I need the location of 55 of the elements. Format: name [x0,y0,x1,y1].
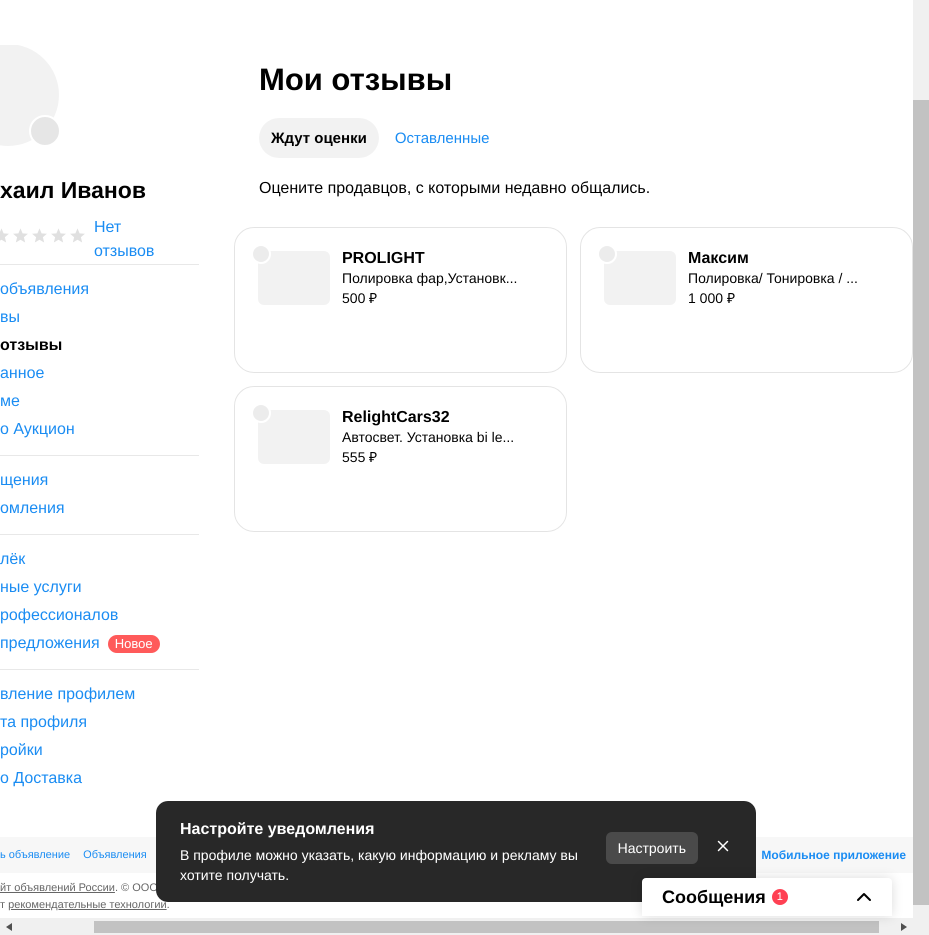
page-title: Мои отзывы [259,62,454,98]
sidebar-item[interactable]: вы [0,304,20,332]
seller-card[interactable]: RelightCars32 Автосвет. Установка bi le... 555 ₽ [234,386,567,532]
legal-link[interactable]: рекомендательные технологии [8,899,167,911]
vertical-scrollbar[interactable] [913,0,929,935]
new-badge: Новое [108,635,160,653]
settings-button[interactable]: Настроить [606,832,698,864]
seller-description: Полировка фар,Установк... [342,270,518,286]
seller-card[interactable]: Максим Полировка/ Тонировка / ... 1 000 ₽ [580,227,913,373]
toast-title: Настройте уведомления [180,821,376,839]
messages-widget[interactable]: Сообщения 1 [642,878,892,916]
toast-text: В профиле можно указать, какую информацию и рекламу вы хотите получать. [180,846,579,885]
price: 1 000 ₽ [688,289,736,307]
seller-description: Автосвет. Установка bi le... [342,429,514,445]
sidebar-item[interactable]: о Аукцион [0,416,75,444]
sidebar-item[interactable]: вление профилем [0,681,136,709]
seller-name: PROLIGHT [342,250,426,268]
price: 500 ₽ [342,289,378,307]
sidebar-item[interactable]: ме [0,388,20,416]
seller-card[interactable]: PROLIGHT Полировка фар,Установк... 500 ₽ [234,227,567,373]
subtitle: Оцените продавцов, с которыми недавно общались. [259,180,652,198]
sidebar-item[interactable]: омления [0,495,65,523]
messages-label: Сообщения [662,886,766,908]
star-icon [31,227,48,244]
legal-link[interactable]: йт объявлений России [0,882,115,894]
avatar-icon [0,45,60,147]
sidebar-item[interactable]: рофессионалов [0,602,118,630]
sidebar-item[interactable]: отзывы [0,332,62,360]
sidebar-item[interactable]: о Доставка [0,765,82,793]
sidebar-item[interactable]: ные услуги [0,574,82,602]
sidebar-item[interactable]: анное [0,360,44,388]
sidebar-item[interactable]: щения [0,467,48,495]
sidebar-item[interactable]: ройки [0,737,43,765]
price: 555 ₽ [342,448,378,466]
sidebar-item[interactable]: лёк [0,546,26,574]
star-icon [69,227,86,244]
sidebar-item[interactable]: предложения [0,630,100,658]
unread-badge: 1 [772,889,788,905]
seller-name: RelightCars32 [342,409,451,427]
reviews-link[interactable]: Нет отзывов [94,216,174,264]
footer-link[interactable]: Объявления [83,849,147,861]
star-icon [12,227,29,244]
footer-link[interactable]: ь объявление [0,849,70,861]
profile-name: хаил Иванов [0,177,147,204]
tab[interactable]: Оставленные [382,118,502,158]
scroll-right-icon[interactable] [901,922,907,930]
scroll-left-icon[interactable] [6,922,12,930]
sidebar-item[interactable]: объявления [0,276,89,304]
seller-description: Полировка/ Тонировка / ... [688,270,858,286]
tab[interactable]: Ждут оценки [259,118,379,158]
star-icon [50,227,67,244]
sidebar-item[interactable]: та профиля [0,709,88,737]
seller-name: Максим [688,250,750,268]
horizontal-scrollbar[interactable] [0,918,913,935]
footer-link[interactable]: Мобильное приложение [761,848,906,862]
